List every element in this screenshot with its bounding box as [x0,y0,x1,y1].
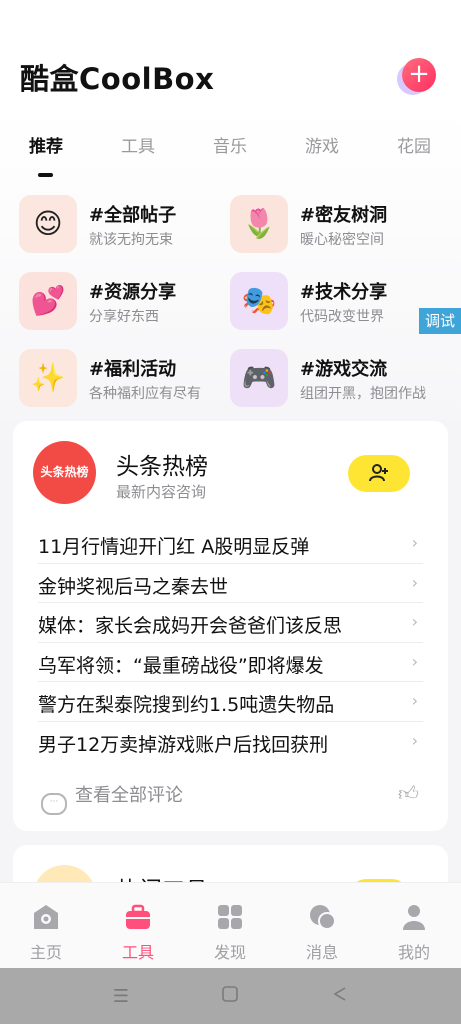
news-list: 11月行情迎开门红 A股明显反弹 › 金钟奖视后马之秦去世 › 媒体：家长会成妈开会… [38,524,423,760]
chat-icon [310,905,336,930]
toolbox-icon [126,904,150,929]
tab-recommend[interactable]: 推荐 [16,132,76,157]
view-all-label: 查看全部评论 [75,785,183,806]
category-close-friends[interactable]: 🌷 #密友树洞 暖心秘密空间 [230,195,445,255]
menu-icon[interactable]: ☰ [110,986,132,1008]
theater-masks-icon: 🎭 [230,272,288,330]
hearts-icon: 💕 [19,272,77,330]
app-title: 酷盒CoolBox [20,62,215,96]
system-nav-bar: ☰ [0,968,461,1024]
debug-tag[interactable]: 调试 [419,308,461,334]
category-subtitle: 各种福利应有尽有 [89,386,201,402]
tabbar-label: 工具 [121,943,154,962]
news-item[interactable]: 金钟奖视后马之秦去世 › [38,564,423,603]
chevron-right-icon: › [411,730,418,750]
tab-indicator [38,173,53,177]
category-subtitle: 分享好东西 [89,309,159,325]
follow-button[interactable] [348,455,410,492]
tabbar-tools[interactable]: 工具 [92,883,184,969]
person-icon [403,905,425,930]
news-title: 11月行情迎开门红 A股明显反弹 [38,536,310,558]
tabbar-label: 发现 [213,943,246,962]
hot-list-card: 头条热榜 头条热榜 最新内容咨询 11月行情迎开门红 A股明显反弹 › 金钟奖视后… [13,421,448,831]
category-tech[interactable]: 🎭 #技术分享 代码改变世界 [230,272,445,332]
plus-icon: + [408,59,430,89]
smiley-faces-icon: 😊 [19,195,77,253]
tab-garden[interactable]: 花园 [384,132,444,157]
category-subtitle: 代码改变世界 [300,309,384,325]
tab-tools[interactable]: 工具 [108,132,168,157]
category-subtitle: 暖心秘密空间 [300,232,384,248]
category-subtitle: 就该无拘无束 [89,232,173,248]
category-subtitle: 组团开黑，抱团作战 [300,386,426,402]
news-title: 警方在梨泰院搜到约1.5吨遗失物品 [38,694,335,716]
category-title: #资源分享 [89,282,177,303]
news-item[interactable]: 警方在梨泰院搜到约1.5吨遗失物品 › [38,682,423,722]
tulip-icon: 🌷 [230,195,288,253]
tabbar-label: 主页 [29,943,62,962]
category-resources[interactable]: 💕 #资源分享 分享好东西 [19,272,234,332]
sparkles-icon: ✨ [19,349,77,407]
tab-music[interactable]: 音乐 [200,132,260,157]
bottom-tab-bar: 主页 工具 发现 消息 我的 [0,882,461,969]
add-button[interactable]: + [402,58,436,92]
chevron-right-icon: › [411,651,418,671]
tabbar-discover[interactable]: 发现 [184,883,276,969]
chevron-right-icon: › [411,533,418,552]
category-games[interactable]: 🎮 #游戏交流 组团开黑，抱团作战 [230,349,445,409]
top-tabs: 推荐 工具 音乐 游戏 花园 [0,132,461,182]
news-title: 男子12万卖掉游戏账户后找回获刑 [38,733,329,756]
back-icon[interactable] [329,986,351,1008]
news-item[interactable]: 11月行情迎开门红 A股明显反弹 › [38,524,423,564]
news-title: 乌军将领：“最重磅战役”即将爆发 [38,654,324,677]
grid-icon [218,905,242,929]
tabbar-profile[interactable]: 我的 [368,883,460,969]
news-item[interactable]: 男子12万卖掉游戏账户后找回获刑 › [38,722,423,761]
category-title: #游戏交流 [300,359,388,380]
tabbar-home[interactable]: 主页 [0,883,92,969]
category-title: #技术分享 [300,282,388,303]
news-item[interactable]: 乌军将领：“最重磅战役”即将爆发 › [38,643,423,682]
category-title: #密友树洞 [300,205,388,226]
chevron-right-icon: › [411,572,418,592]
view-all-comments[interactable]: ··· 查看全部评论 [41,781,183,815]
tabbar-messages[interactable]: 消息 [276,883,368,969]
thumbs-up-icon[interactable]: 👍︎ [398,781,419,806]
home-icon [34,905,58,929]
hot-list-logo: 头条热榜 [33,441,96,504]
chevron-right-icon: › [411,612,418,631]
category-title: #全部帖子 [89,205,177,226]
category-all-posts[interactable]: 😊 #全部帖子 就该无拘无束 [19,195,234,255]
category-welfare[interactable]: ✨ #福利活动 各种福利应有尽有 [19,349,234,409]
gamepad-icon: 🎮 [230,349,288,407]
add-user-icon [369,464,388,482]
news-title: 媒体：家长会成妈开会爸爸们该反思 [38,615,343,637]
news-item[interactable]: 媒体：家长会成妈开会爸爸们该反思 › [38,603,423,643]
news-title: 金钟奖视后马之秦去世 [38,575,229,598]
home-square-icon[interactable] [219,986,241,1008]
chevron-right-icon: › [411,691,418,710]
tab-games[interactable]: 游戏 [292,132,352,157]
hot-list-subtitle: 最新内容咨询 [116,483,207,501]
hot-list-title: 头条热榜 [116,454,208,480]
category-title: #福利活动 [89,359,177,380]
tabbar-label: 我的 [397,943,430,962]
tabbar-label: 消息 [305,943,338,962]
comment-icon: ··· [41,793,67,815]
